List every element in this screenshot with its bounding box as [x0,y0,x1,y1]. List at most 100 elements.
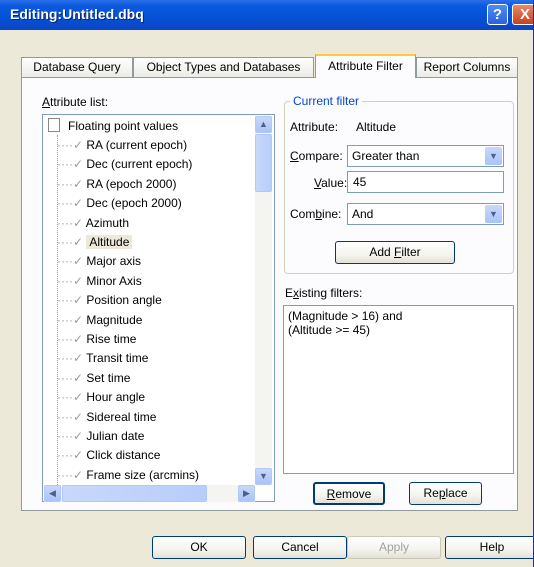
scroll-right-icon[interactable]: ▶ [238,485,255,502]
checkmark-icon: ····✓ [57,138,87,152]
attribute-list[interactable]: Floating point values ····✓ RA (current … [42,114,275,502]
tab-attribute-filter[interactable]: Attribute Filter [315,54,416,78]
checkmark-icon: ····✓ [57,254,87,269]
filter-line: (Altitude >= 45) [288,323,371,337]
attribute-item[interactable]: ····✓ Transit time [57,349,148,367]
attribute-item[interactable]: ····✓ Dec (current epoch) [57,155,192,173]
attribute-item-label: Azimuth [85,215,130,230]
compare-select[interactable]: Greater than ▼ [347,145,504,167]
attribute-item[interactable]: ····✓ Position angle [57,291,162,309]
attribute-item-label: Sidereal time [86,409,157,424]
scroll-up-icon[interactable]: ▲ [255,116,272,133]
attribute-item-label: RA (epoch 2000) [86,176,177,191]
attribute-item-label: Altitude [86,235,133,249]
checkmark-icon: ····✓ [57,312,87,327]
attribute-item-label: Minor Axis [86,273,142,288]
attribute-item-label: Dec (current epoch) [86,157,193,172]
attribute-list-label: Attribute list: [42,95,109,109]
attribute-item[interactable]: ····✓ RA (current epoch) [57,136,187,154]
scroll-left-icon[interactable]: ◀ [44,485,61,502]
attribute-item[interactable]: ····✓ Minor Axis [57,272,142,290]
scroll-down-icon[interactable]: ▼ [255,468,272,485]
attribute-item-label: Rise time [86,332,137,346]
apply-button[interactable]: Apply [347,536,441,559]
attribute-item[interactable]: ····✓ Sidereal time [57,408,156,426]
combine-select[interactable]: And ▼ [347,203,504,225]
tab-report-columns[interactable]: Report Columns [416,57,518,77]
current-filter-legend: Current filter [290,94,363,108]
chevron-down-icon[interactable]: ▼ [485,147,502,165]
existing-filters-box[interactable]: (Magnitude > 16) and (Altitude >= 45) [283,305,514,474]
attribute-item[interactable]: ····✓ Magnitude [57,311,142,329]
checkmark-icon: ····✓ [57,390,87,405]
attribute-item[interactable]: ····✓ RA (epoch 2000) [57,175,176,193]
attribute-item-label: Magnitude [86,312,143,327]
checkmark-icon: ····✓ [57,235,87,249]
attribute-item[interactable]: ····✓ Julian date [57,427,144,445]
help-button[interactable]: Help [445,536,533,559]
checkmark-icon: ····✓ [57,409,87,424]
checkmark-icon: ····✓ [57,351,87,366]
attribute-item-label: Hour angle [86,390,146,405]
attribute-item-label: Set time [86,370,131,385]
checkmark-icon: ····✓ [57,196,87,211]
attribute-item-label: Transit time [86,351,149,366]
attribute-item[interactable]: ····✓ Click distance [57,446,160,464]
attribute-item-label: Click distance [86,448,161,463]
cancel-button[interactable]: Cancel [253,536,347,559]
checkmark-icon: ····✓ [57,215,86,230]
combine-label: Combine: [290,207,342,221]
compare-label: Compare: [290,149,343,163]
compare-value: Greater than [352,149,420,163]
filter-line: (Magnitude > 16) and [288,309,403,323]
tab-object-types-and-databases[interactable]: Object Types and Databases [133,57,314,77]
tab-database-query[interactable]: Database Query [21,57,133,77]
checkmark-icon: ····✓ [57,176,87,191]
ok-button[interactable]: OK [152,536,246,559]
combine-value: And [352,207,374,221]
attribute-item-label: RA (current epoch) [86,138,188,152]
checkmark-icon: ····✓ [57,273,87,288]
attribute-label: Attribute: [290,120,339,134]
checkmark-icon: ····✓ [57,467,87,482]
attribute-item[interactable]: ····✓ Altitude [57,233,133,251]
attribute-value: Altitude [356,120,397,134]
add-filter-button[interactable]: Add Filter [335,241,455,264]
value-input[interactable]: 45 [347,171,504,193]
attribute-item-label: Major axis [86,254,142,269]
title-bar[interactable]: Editing:Untitled.dbq ? X [0,0,533,30]
document-icon [48,118,60,132]
attribute-item-label: Dec (epoch 2000) [86,196,182,211]
checkmark-icon: ····✓ [57,157,87,172]
attribute-item[interactable]: ····✓ Dec (epoch 2000) [57,194,182,212]
attribute-item[interactable]: ····✓ Major axis [57,252,141,270]
checkmark-icon: ····✓ [57,370,87,385]
list-vertical-scrollbar[interactable]: ▲ ▼ [255,116,272,485]
remove-button[interactable]: Remove [313,482,385,505]
attribute-item-label: Position angle [86,293,162,308]
chevron-down-icon[interactable]: ▼ [485,205,502,223]
tree-root[interactable]: Floating point values [48,117,178,135]
replace-button[interactable]: Replace [409,482,482,505]
attribute-item[interactable]: ····✓ Azimuth [57,214,129,232]
checkmark-icon: ····✓ [57,429,87,443]
checkmark-icon: ····✓ [57,293,87,308]
attribute-item[interactable]: ····✓ Frame size (arcmins) [57,466,199,484]
list-horizontal-scrollbar[interactable]: ◀ ▶ [44,485,255,502]
attribute-item-label: Frame size (arcmins) [86,467,200,482]
dialog-window: Editing:Untitled.dbq ? X Database Query … [0,0,534,567]
tree-root-label: Floating point values [68,119,179,133]
help-icon[interactable]: ? [487,4,508,25]
attribute-item-label: Julian date [86,429,145,443]
attribute-item[interactable]: ····✓ Set time [57,369,130,387]
checkmark-icon: ····✓ [57,332,87,346]
existing-filters-label: Existing filters: [285,286,363,300]
attribute-item[interactable]: ····✓ Rise time [57,330,136,348]
value-label: Value: [314,176,348,190]
attribute-item[interactable]: ····✓ Hour angle [57,388,145,406]
checkmark-icon: ····✓ [57,448,87,463]
value-text: 45 [353,175,367,189]
horizontal-scroll-thumb[interactable] [62,485,207,502]
scroll-thumb[interactable] [255,134,272,192]
close-icon[interactable]: X [512,4,533,25]
